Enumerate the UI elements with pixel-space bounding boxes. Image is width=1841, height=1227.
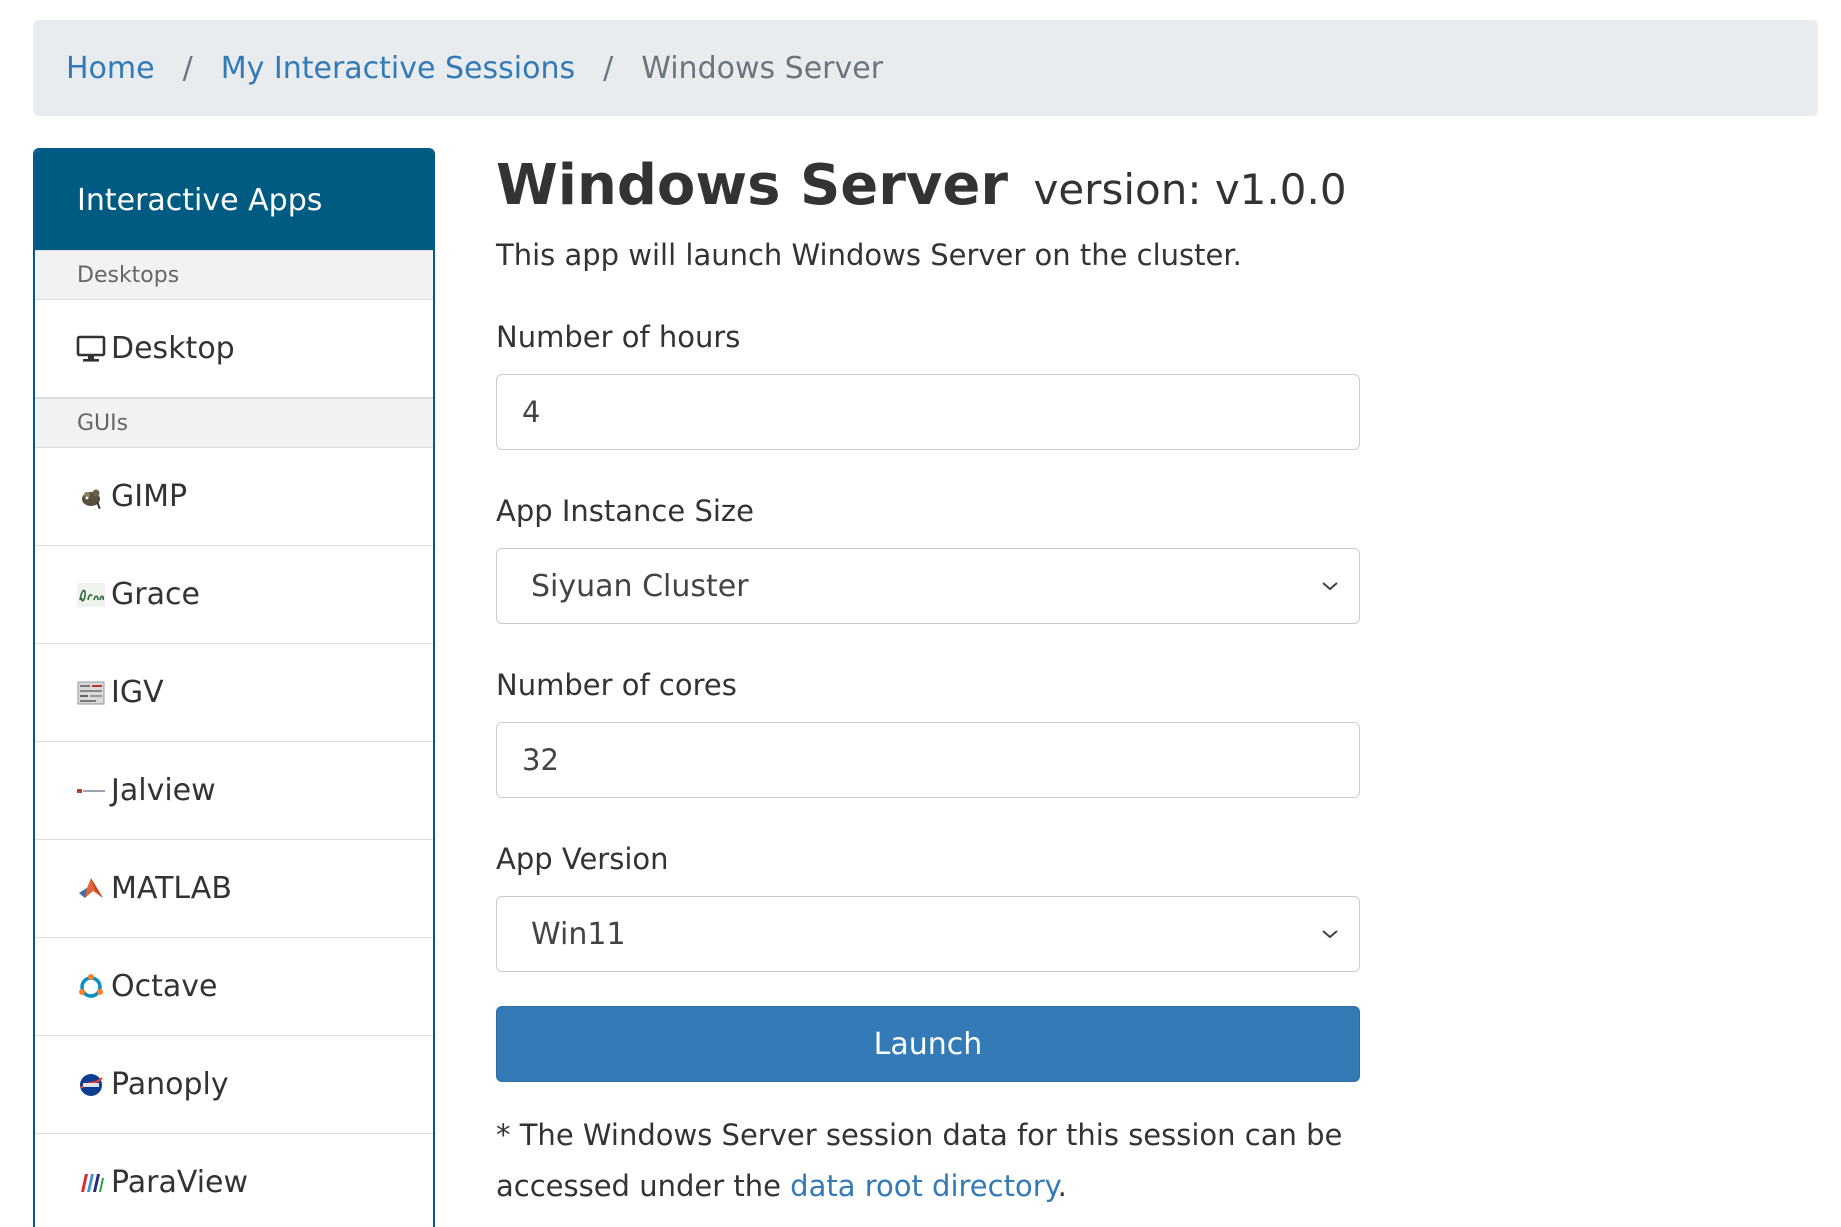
launch-button[interactable]: Launch [496,1006,1360,1082]
breadcrumb: Home / My Interactive Sessions / Windows… [33,20,1818,116]
hours-value: 4 [522,395,541,429]
breadcrumb-sessions-link[interactable]: My Interactive Sessions [221,51,575,86]
matlab-icon [75,873,107,905]
app-version-select[interactable]: Win11 [496,896,1360,972]
sidebar-item-label: GIMP [111,479,188,514]
sidebar-item-gimp[interactable]: GIMP [35,448,433,546]
breadcrumb-separator: / [603,50,614,86]
data-root-directory-link[interactable]: data root directory [790,1169,1058,1203]
session-data-note: * The Windows Server session data for th… [496,1110,1360,1212]
page-title: Windows Server version: v1.0.0 [496,148,1360,228]
cores-input[interactable]: 32 [496,722,1360,798]
sidebar-title: Interactive Apps [35,150,433,250]
paraview-icon [75,1167,107,1199]
igv-icon [75,677,107,709]
instance-size-select[interactable]: Siyuan Cluster [496,548,1360,624]
sidebar-item-label: Desktop [111,331,235,366]
app-version-label: App Version [496,842,669,876]
sidebar-group-desktops: Desktops [35,250,433,300]
nasa-icon [75,1069,107,1101]
breadcrumb-separator: / [182,50,193,86]
sidebar-item-desktop[interactable]: Desktop [35,300,433,398]
main-content: Windows Server version: v1.0.0 This app … [496,148,1360,1212]
breadcrumb-home-link[interactable]: Home [66,51,155,86]
monitor-icon [75,333,107,365]
sidebar-item-label: Octave [111,969,218,1004]
instance-size-value: Siyuan Cluster [531,568,749,604]
sidebar-item-igv[interactable]: IGV [35,644,433,742]
instance-size-label: App Instance Size [496,494,754,528]
hours-input[interactable]: 4 [496,374,1360,450]
jalview-icon [75,775,107,807]
sidebar-item-matlab[interactable]: MATLAB [35,840,433,938]
sidebar-item-label: Grace [111,577,200,612]
octave-icon [75,971,107,1003]
sidebar-item-label: ParaView [111,1165,249,1200]
sidebar-item-label: IGV [111,675,164,710]
chevron-down-icon [1321,922,1345,946]
sidebar-item-label: Jalview [111,773,216,808]
cores-value: 32 [522,743,559,777]
breadcrumb-current: Windows Server [641,50,884,86]
sidebar-item-paraview[interactable]: ParaView [35,1134,433,1227]
sidebar-item-octave[interactable]: Octave [35,938,433,1036]
app-description: This app will launch Windows Server on t… [496,238,1242,272]
sidebar: Interactive Apps Desktops Desktop GUIs G… [33,148,435,1227]
hours-label: Number of hours [496,320,741,354]
app-version-value: Win11 [531,916,626,952]
gimp-icon [75,481,107,513]
cores-label: Number of cores [496,668,737,702]
sidebar-item-label: MATLAB [111,871,232,906]
grace-icon [75,579,107,611]
sidebar-item-panoply[interactable]: Panoply [35,1036,433,1134]
sidebar-item-jalview[interactable]: Jalview [35,742,433,840]
chevron-down-icon [1321,574,1345,598]
app-version: version: v1.0.0 [1033,165,1347,214]
app-title: Windows Server [496,153,1008,218]
sidebar-item-label: Panoply [111,1067,229,1102]
note-suffix: . [1057,1169,1067,1203]
sidebar-group-guis: GUIs [35,398,433,448]
sidebar-item-grace[interactable]: Grace [35,546,433,644]
